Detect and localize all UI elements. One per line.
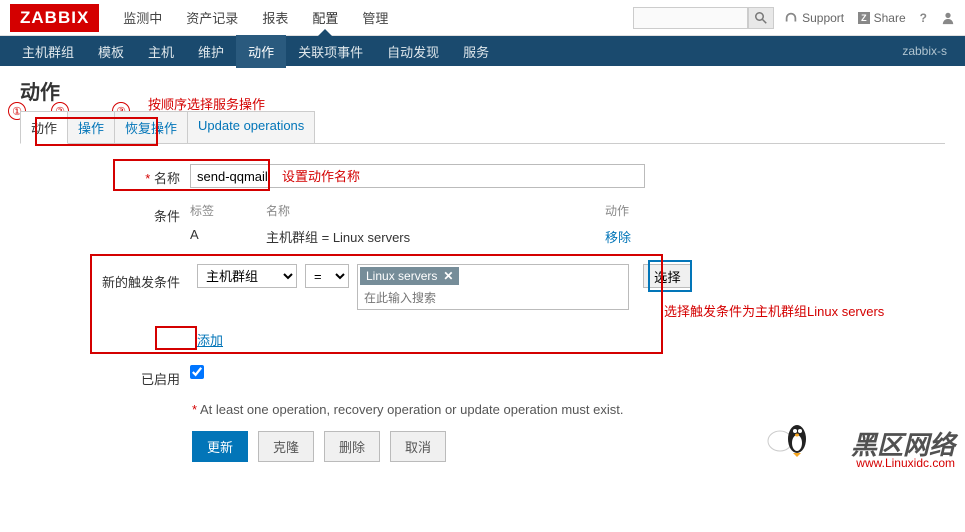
z-icon: Z <box>858 12 870 24</box>
main-nav: 监测中 资产记录 报表 配置 管理 <box>111 0 633 36</box>
header-right: Support Z Share ? <box>784 11 955 25</box>
subnav-hosts[interactable]: 主机 <box>136 35 186 68</box>
condition-label: A <box>190 227 266 246</box>
condition-operator-select[interactable]: = <box>305 264 349 288</box>
subnav-maintenance[interactable]: 维护 <box>186 35 236 68</box>
tabs: 动作 操作 恢复操作 Update operations <box>20 111 945 144</box>
tab-recovery[interactable]: 恢复操作 <box>114 111 188 143</box>
clone-button[interactable]: 克隆 <box>258 431 314 462</box>
form-row-new-condition: 新的触发条件 主机群组 = Linux servers ✕ <box>20 264 945 349</box>
penguin-icon <box>765 411 815 464</box>
subnav-server-name: zabbix-s <box>902 44 955 58</box>
cond-header-name: 名称 <box>266 202 605 219</box>
delete-button[interactable]: 删除 <box>324 431 380 462</box>
logo[interactable]: ZABBIX <box>10 4 99 32</box>
search-button[interactable] <box>748 7 774 29</box>
nav-inventory[interactable]: 资产记录 <box>174 0 250 36</box>
watermark-url: www.Linuxidc.com <box>856 456 955 470</box>
name-label: * 名称 <box>20 164 190 187</box>
select-button[interactable]: 选择 <box>643 264 692 288</box>
nav-reports[interactable]: 报表 <box>250 0 300 36</box>
update-button[interactable]: 更新 <box>192 431 248 462</box>
support-label: Support <box>802 11 844 25</box>
new-condition-label: 新的触发条件 <box>20 264 190 291</box>
search-icon <box>755 12 767 24</box>
enabled-label: 已启用 <box>20 365 190 388</box>
nav-configuration[interactable]: 配置 <box>300 0 350 36</box>
condition-value-tag: Linux servers ✕ <box>360 267 459 285</box>
conditions-table: 标签 名称 动作 A 主机群组 = Linux servers 移除 <box>190 202 645 250</box>
subnav-correlation[interactable]: 关联项事件 <box>286 35 375 68</box>
condition-name: 主机群组 = Linux servers <box>266 227 605 246</box>
nav-monitoring[interactable]: 监测中 <box>111 0 174 36</box>
form-row-enabled: 已启用 <box>20 365 945 388</box>
condition-type-select[interactable]: 主机群组 <box>197 264 297 288</box>
condition-row: A 主机群组 = Linux servers 移除 <box>190 223 645 250</box>
tab-action[interactable]: 动作 <box>20 111 68 144</box>
cond-header-label: 标签 <box>190 202 266 219</box>
condition-value-search[interactable] <box>358 287 628 309</box>
condition-remove-link[interactable]: 移除 <box>605 227 645 246</box>
tag-remove-icon[interactable]: ✕ <box>443 269 453 283</box>
top-header: ZABBIX 监测中 资产记录 报表 配置 管理 Support Z Share… <box>0 0 965 36</box>
help-link[interactable]: ? <box>920 11 927 25</box>
condition-value-wrap: Linux servers ✕ <box>357 264 629 310</box>
user-icon[interactable] <box>941 11 955 25</box>
conditions-label: 条件 <box>20 202 190 225</box>
add-condition-link[interactable]: 添加 <box>197 330 223 349</box>
name-input[interactable] <box>190 164 645 188</box>
cancel-button[interactable]: 取消 <box>390 431 446 462</box>
search-input[interactable] <box>633 7 748 29</box>
subnav-hostgroups[interactable]: 主机群组 <box>10 35 86 68</box>
nav-administration[interactable]: 管理 <box>350 0 400 36</box>
headset-icon <box>784 11 798 25</box>
page-title: 动作 <box>20 76 945 105</box>
form-row-conditions: 条件 标签 名称 动作 A 主机群组 = Linux servers 移除 <box>20 202 945 250</box>
tab-update-ops[interactable]: Update operations <box>187 111 315 143</box>
sub-nav: 主机群组 模板 主机 维护 动作 关联项事件 自动发现 服务 zabbix-s <box>0 36 965 66</box>
conditions-header: 标签 名称 动作 <box>190 202 645 223</box>
content: 动作 ① ② ③ 按顺序选择服务操作 动作 操作 恢复操作 Update ope… <box>0 66 965 472</box>
tag-text: Linux servers <box>366 269 437 283</box>
subnav-actions[interactable]: 动作 <box>236 35 286 68</box>
support-link[interactable]: Support <box>784 11 844 25</box>
subnav-templates[interactable]: 模板 <box>86 35 136 68</box>
share-link[interactable]: Z Share <box>858 11 906 25</box>
enabled-checkbox[interactable] <box>190 365 204 379</box>
subnav-services[interactable]: 服务 <box>451 35 501 68</box>
tab-operations[interactable]: 操作 <box>67 111 115 143</box>
cond-header-action: 动作 <box>605 202 645 219</box>
share-label: Share <box>874 11 906 25</box>
subnav-discovery[interactable]: 自动发现 <box>375 35 451 68</box>
form-row-name: * 名称 <box>20 164 945 188</box>
